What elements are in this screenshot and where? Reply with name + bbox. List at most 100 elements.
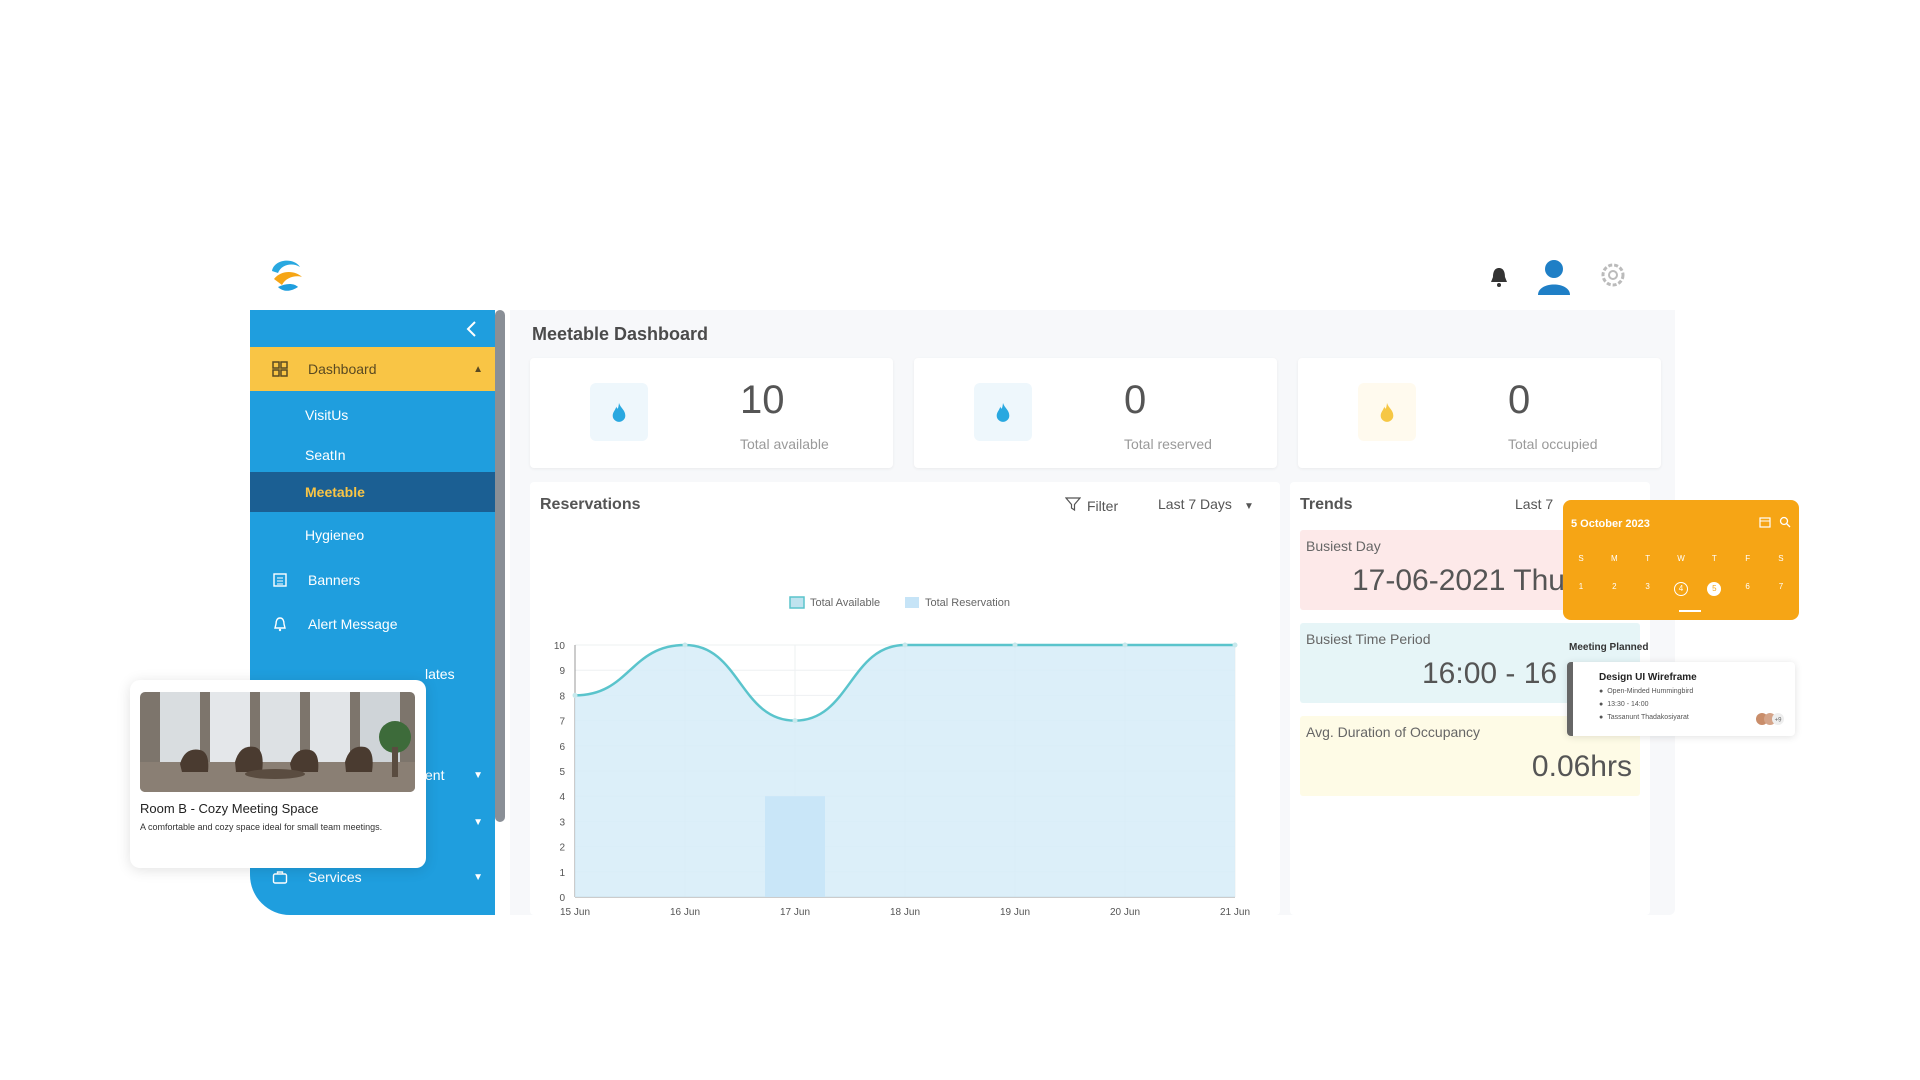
calendar-icon[interactable] [1759,516,1771,528]
x-tick-label: 17 Jun [780,907,810,915]
room-photo [140,692,415,792]
data-point-total-available [792,718,798,724]
sidebar-item-banners[interactable]: Banners [250,558,495,602]
chevron-left-icon[interactable] [461,318,483,340]
sidebar-item-label: ent [425,767,445,783]
meeting-host-line: ● Tassanunt Thadakosiyarat [1599,714,1689,721]
x-tick-label: 19 Jun [1000,907,1030,915]
meeting-card[interactable]: Design UI Wireframe ● Open-Minded Hummin… [1567,662,1795,736]
calendar-dates: 1 2 3 4 5 6 7 [1569,582,1793,596]
y-tick-label: 0 [559,893,565,904]
meeting-time: 13:30 - 14:00 [1607,701,1649,708]
sidebar-subitem-visitus[interactable]: VisitUs [250,395,495,435]
filter-button[interactable]: Filter [1064,496,1119,515]
filter-label: Filter [1087,497,1119,514]
stat-card-reserved: 0 Total reserved [914,358,1277,468]
weekday: S [1578,554,1584,563]
selected-indicator [1679,610,1701,612]
calendar-day[interactable]: 7 [1769,582,1793,596]
trend-label: Avg. Duration of Occupancy [1306,724,1481,740]
meeting-name: Design UI Wireframe [1599,672,1697,683]
calendar-day[interactable]: 6 [1736,582,1760,596]
x-tick-label: 16 Jun [670,907,700,915]
calendar-day[interactable]: 2 [1602,582,1626,596]
main-content: Meetable Dashboard 10 Total available 0 … [510,310,1675,915]
y-tick-label: 9 [559,666,565,677]
bar-total-reservation [765,796,825,897]
x-tick-label: 21 Jun [1220,907,1250,915]
y-tick-label: 7 [559,717,565,728]
list-icon [270,570,290,590]
attendee-avatars: +9 [1755,712,1785,726]
y-tick-label: 1 [559,868,565,879]
calendar-day-marked[interactable]: 4 [1673,582,1688,596]
meeting-section-title: Meeting Planned [1569,642,1649,653]
caret-down-icon: ▼ [473,816,483,828]
weekday: F [1745,554,1751,563]
y-tick-label: 8 [559,691,565,702]
y-tick-label: 3 [559,817,565,828]
room-description: A comfortable and cozy space ideal for s… [140,822,383,832]
trend-value: 16:00 - 16 [1422,657,1558,690]
trend-value: 0.06hrs [1531,750,1632,783]
trend-label: Busiest Time Period [1306,631,1431,647]
stat-label: Total available [740,436,829,452]
range-select[interactable]: Last 7 Days ▼ [1158,496,1254,512]
sidebar-item-label: Alert Message [308,616,398,632]
chevron-down-icon: ▼ [1243,501,1254,512]
sidebar-item-alert-message[interactable]: Alert Message [250,602,495,646]
weekday: W [1677,554,1685,563]
weekday: M [1610,554,1618,563]
sidebar-item-dashboard[interactable]: Dashboard ▲ [250,347,495,391]
data-point-total-available [902,642,908,648]
legend-label-total-available: Total Available [810,597,880,609]
brand-logo[interactable] [264,253,308,297]
calendar-actions [1759,516,1791,528]
data-point-total-available [1012,642,1018,648]
meeting-time-line: ● 13:30 - 14:00 [1599,701,1649,708]
sidebar-subitem-meetable[interactable]: Meetable [250,472,495,512]
sidebar-subitem-seatin[interactable]: SeatIn [250,435,495,475]
stat-value: 0 [1124,378,1147,422]
data-point-total-available [1232,642,1238,648]
y-tick-label: 5 [559,767,565,778]
room-card[interactable]: Room B - Cozy Meeting Space A comfortabl… [130,680,426,868]
meeting-room-line: ● Open-Minded Hummingbird [1599,688,1693,695]
stat-label: Total occupied [1508,436,1598,452]
legend-swatch-total-available [789,596,805,609]
clock-icon: ● [1599,701,1604,708]
calendar-day-selected[interactable]: 5 [1707,582,1722,596]
briefcase-icon [270,867,290,887]
calendar-date: 5 October 2023 [1571,518,1650,530]
sidebar-scrollbar[interactable] [495,310,505,822]
user-icon[interactable] [1536,257,1572,295]
bell-icon[interactable] [1488,265,1510,289]
trends-range-select[interactable]: Last 7 [1515,496,1553,512]
x-tick-label: 15 Jun [560,907,590,915]
data-point-total-available [682,642,688,648]
stat-card-available: 10 Total available [530,358,893,468]
stat-card-occupied: 0 Total occupied [1298,358,1661,468]
weekday: S [1778,554,1784,563]
person-icon: ● [1599,714,1604,721]
search-icon[interactable] [1779,516,1791,528]
settings-icon[interactable] [1600,262,1626,288]
legend-swatch-total-reservation [905,597,919,608]
y-tick-label: 6 [559,742,565,753]
calendar-weekdays: S M T W T F S [1569,554,1793,563]
calendar-day[interactable]: 3 [1636,582,1660,596]
legend-label-total-reservation: Total Reservation [925,597,1010,609]
calendar-widget: 5 October 2023 S M T W T F S 1 2 3 4 5 6… [1563,500,1799,620]
sidebar-item-label: Banners [308,572,361,588]
x-tick-label: 18 Jun [890,907,920,915]
weekday: T [1645,554,1651,563]
page-title: Meetable Dashboard [532,324,709,344]
sidebar-item-label: lates [425,666,455,682]
stat-label: Total reserved [1124,436,1212,452]
calendar-day[interactable]: 1 [1569,582,1593,596]
flame-icon [1358,383,1416,441]
caret-up-icon: ▲ [473,363,483,375]
flame-icon [974,383,1032,441]
app-window: Dashboard ▲ VisitUs SeatIn Meetable Hygi… [250,245,1675,915]
sidebar-subitem-hygieneo[interactable]: Hygieneo [250,515,495,555]
